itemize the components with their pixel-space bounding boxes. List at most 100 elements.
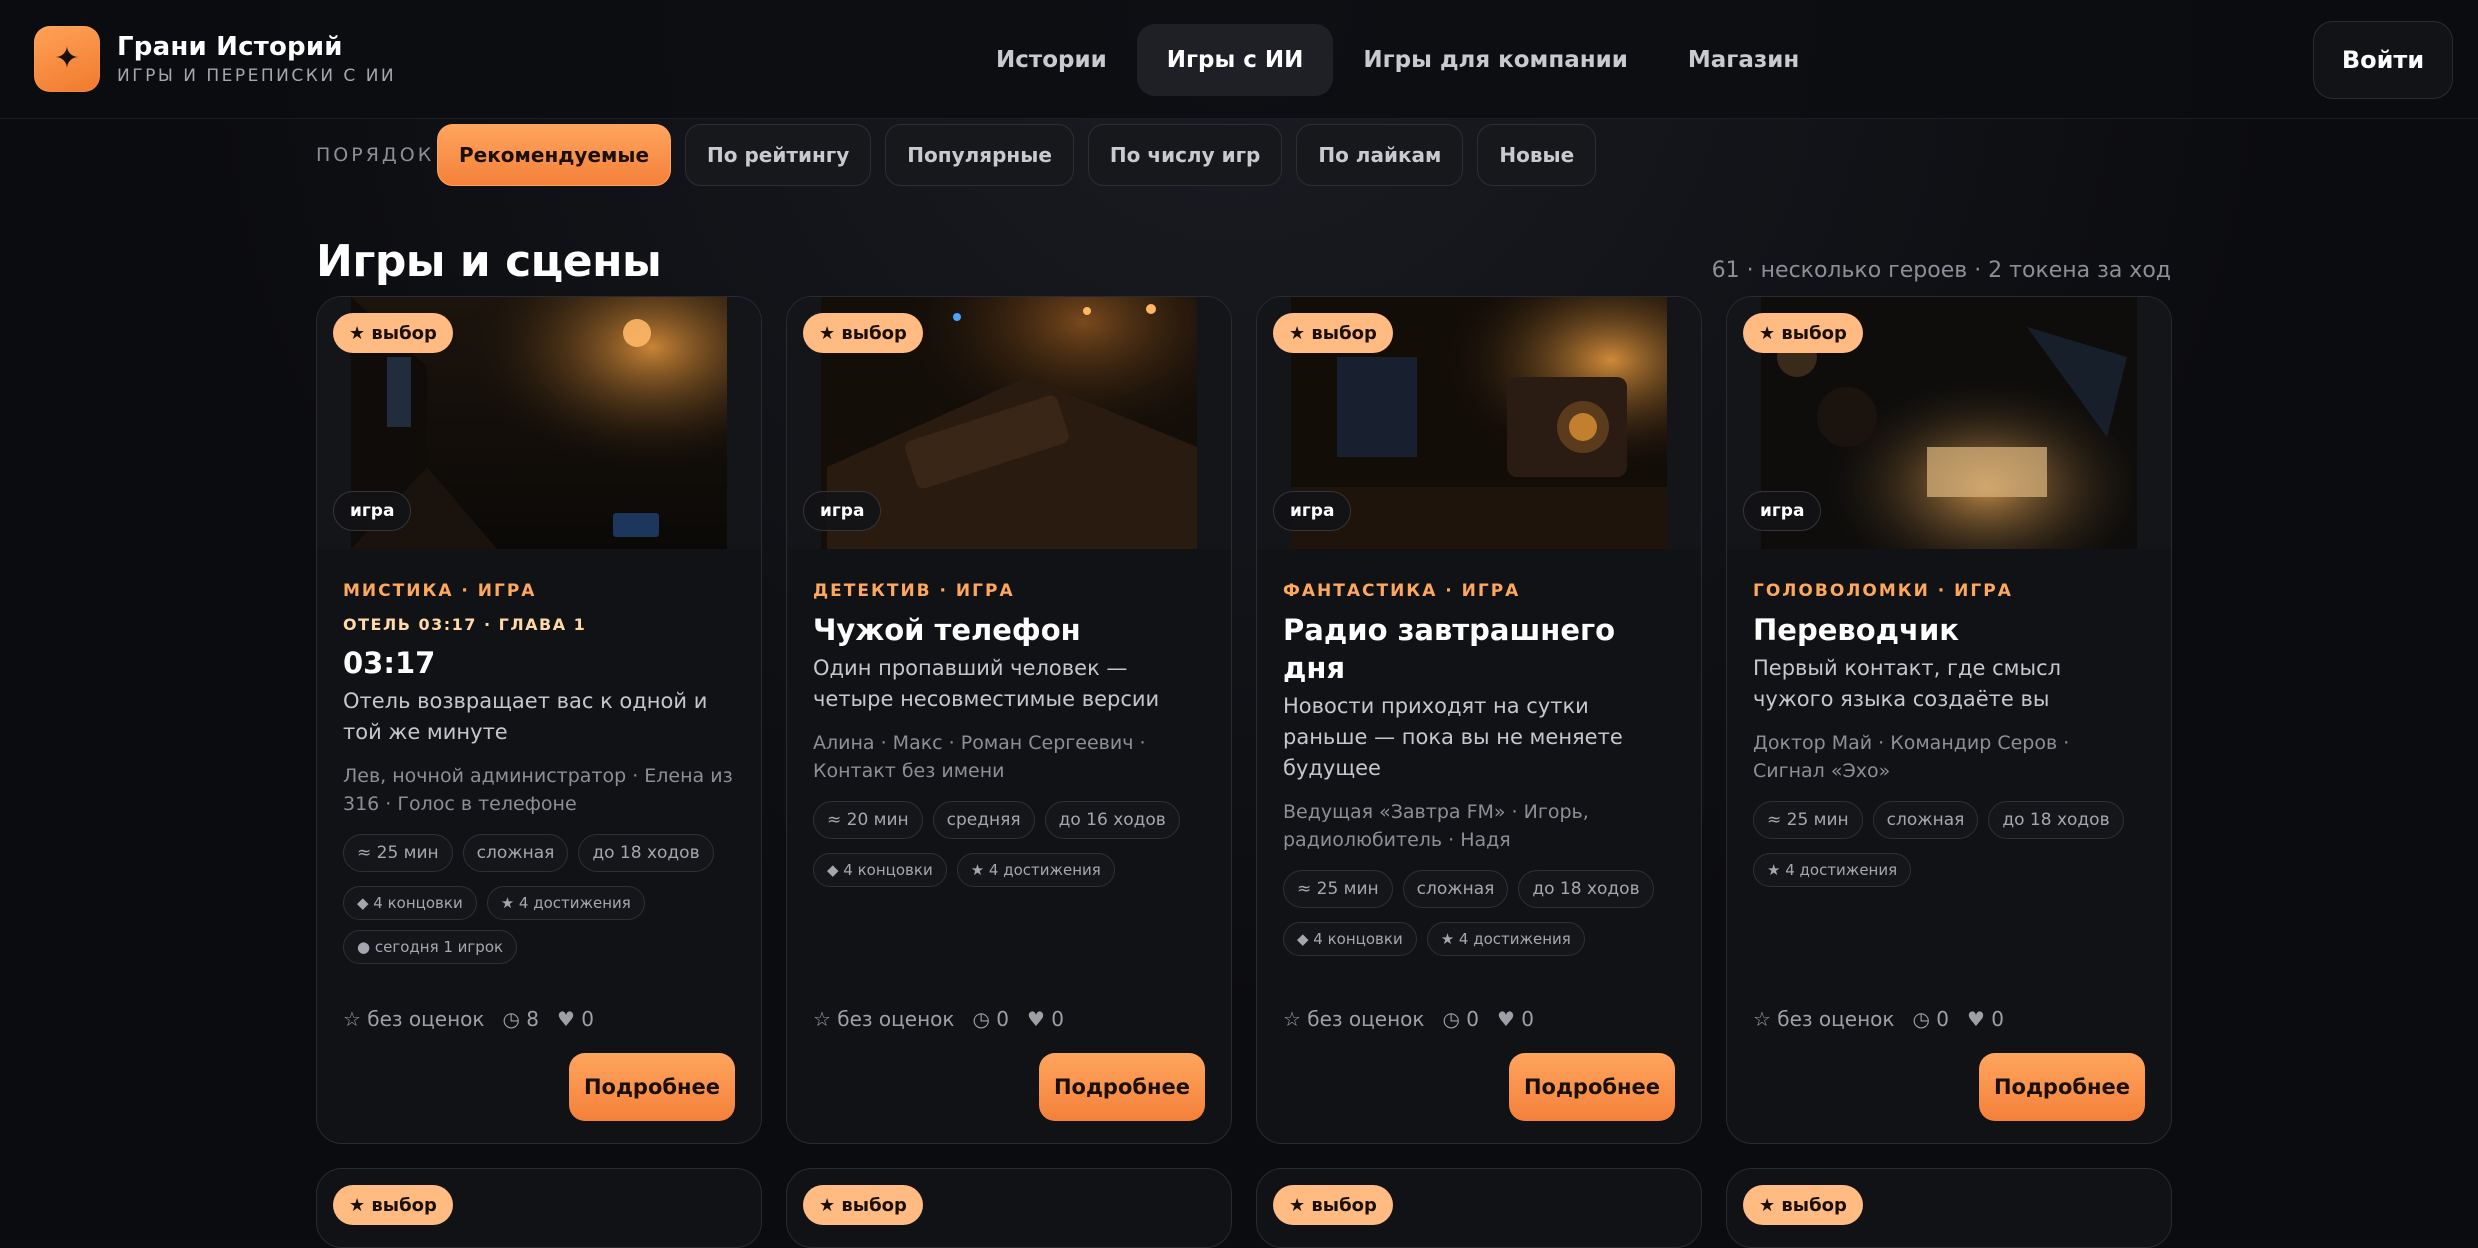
game-card[interactable]: ★ выбор [316, 1168, 762, 1248]
card-extras: ◆ 4 концовки ★ 4 достижения ● сегодня 1 … [343, 886, 737, 964]
card-genre: ГОЛОВОЛОМКИ · ИГРА [1753, 581, 2013, 601]
tag-achievements: ★ 4 достижения [1753, 853, 1912, 887]
tag-difficulty: средняя [932, 801, 1035, 839]
card-cover-image: ★ выбор игра [1727, 297, 2171, 549]
card-cover-image: ★ выбор игра [787, 297, 1231, 549]
card-genre: ДЕТЕКТИВ · ИГРА [813, 581, 1015, 601]
tag-duration: ≈ 20 мин [813, 801, 923, 839]
game-card[interactable]: ★ выбор игра ФАНТАСТИКА · ИГРА Радио зав… [1256, 296, 1702, 1144]
nav-item-party-games[interactable]: Игры для компании [1333, 24, 1657, 96]
sort-label: ПОРЯДОК [316, 144, 435, 166]
game-card[interactable]: ★ выбор [1726, 1168, 2172, 1248]
featured-badge: ★ выбор [1273, 313, 1393, 353]
tag-achievements: ★ 4 достижения [1426, 922, 1585, 956]
card-genre: МИСТИКА · ИГРА [343, 581, 537, 601]
details-button[interactable]: Подробнее [1039, 1053, 1205, 1121]
login-button[interactable]: Войти [2313, 21, 2453, 99]
tag-endings: ◆ 4 концовки [343, 886, 477, 920]
plays-stat: ◷ 0 [1912, 1007, 1950, 1031]
featured-badge: ★ выбор [1743, 1185, 1863, 1225]
type-badge: игра [803, 491, 882, 531]
card-cover-image: ★ выбор игра [1257, 297, 1701, 549]
nav-item-ai-games[interactable]: Игры с ИИ [1136, 24, 1334, 96]
card-title[interactable]: Радио завтрашнего дня [1283, 611, 1677, 687]
likes-stat: ♥ 0 [1967, 1007, 2005, 1031]
card-extras: ◆ 4 концовки ★ 4 достижения [813, 853, 1207, 887]
tag-duration: ≈ 25 мин [343, 834, 453, 872]
sort-options: Рекомендуемые По рейтингу Популярные По … [437, 124, 1597, 186]
details-button[interactable]: Подробнее [1509, 1053, 1675, 1121]
sparkle-icon: ✦ [54, 41, 80, 76]
card-cast: Алина · Макс · Роман Сергеевич · Контакт… [813, 732, 1146, 782]
section-meta: 61 · несколько героев · 2 токена за ход [1711, 258, 2171, 283]
sort-by-rating[interactable]: По рейтингу [685, 124, 872, 186]
game-card[interactable]: ★ выбор игра ГОЛОВОЛОМКИ · ИГРА Переводч… [1726, 296, 2172, 1144]
featured-badge: ★ выбор [803, 313, 923, 353]
featured-badge: ★ выбор [803, 1185, 923, 1225]
card-stats: ☆ без оценок ◷ 0 ♥ 0 [813, 1007, 1064, 1031]
card-description: Новости приходят на сутки раньше — пока … [1283, 694, 1623, 780]
card-title[interactable]: Чужой телефон [813, 611, 1207, 649]
card-cast: Доктор Май · Командир Серов · Сигнал «Эх… [1753, 732, 2070, 782]
card-cast: Ведущая «Завтра FM» · Игорь, радиолюбите… [1283, 801, 1589, 851]
card-stats: ☆ без оценок ◷ 8 ♥ 0 [343, 1007, 594, 1031]
tag-achievements: ★ 4 достижения [486, 886, 645, 920]
card-chapter: ОТЕЛЬ 03:17 · ГЛАВА 1 [343, 615, 587, 634]
details-button[interactable]: Подробнее [569, 1053, 735, 1121]
card-extras: ◆ 4 концовки ★ 4 достижения [1283, 922, 1677, 956]
featured-badge: ★ выбор [1273, 1185, 1393, 1225]
sort-by-likes[interactable]: По лайкам [1296, 124, 1464, 186]
type-badge: игра [333, 491, 412, 531]
nav-item-stories[interactable]: Истории [966, 24, 1137, 96]
game-card[interactable]: ★ выбор [1256, 1168, 1702, 1248]
card-tags: ≈ 25 мин сложная до 18 ходов [1753, 801, 2147, 839]
card-description: Первый контакт, где смысл чужого языка с… [1753, 656, 2062, 711]
sort-recommended[interactable]: Рекомендуемые [437, 124, 672, 186]
tag-turns: до 18 ходов [578, 834, 714, 872]
tag-activity: ● сегодня 1 игрок [343, 930, 518, 964]
card-tags: ≈ 25 мин сложная до 18 ходов [1283, 870, 1677, 908]
sort-by-plays[interactable]: По числу игр [1087, 124, 1283, 186]
rating-stat: ☆ без оценок [1283, 1007, 1425, 1031]
details-button[interactable]: Подробнее [1979, 1053, 2145, 1121]
likes-stat: ♥ 0 [1497, 1007, 1535, 1031]
sort-new[interactable]: Новые [1477, 124, 1597, 186]
featured-badge: ★ выбор [1743, 313, 1863, 353]
plays-stat: ◷ 0 [1442, 1007, 1480, 1031]
type-badge: игра [1273, 491, 1352, 531]
featured-badge: ★ выбор [333, 1185, 453, 1225]
rating-stat: ☆ без оценок [1753, 1007, 1895, 1031]
card-title[interactable]: Переводчик [1753, 611, 2147, 649]
tag-achievements: ★ 4 достижения [956, 853, 1115, 887]
rating-stat: ☆ без оценок [813, 1007, 955, 1031]
card-cast: Лев, ночной администратор · Елена из 316… [343, 765, 733, 815]
brand-logo[interactable]: ✦ [34, 26, 100, 92]
card-cover-image: ★ выбор игра [317, 297, 761, 549]
tag-difficulty: сложная [1402, 870, 1509, 908]
tag-turns: до 18 ходов [1988, 801, 2124, 839]
sort-popular[interactable]: Популярные [885, 124, 1074, 186]
top-header: ✦ Грани Историй ИГРЫ И ПЕРЕПИСКИ С ИИ Ис… [0, 0, 2478, 119]
type-badge: игра [1743, 491, 1822, 531]
plays-stat: ◷ 8 [502, 1007, 540, 1031]
tag-endings: ◆ 4 концовки [813, 853, 947, 887]
brand-name[interactable]: Грани Историй [117, 32, 343, 62]
tag-difficulty: сложная [462, 834, 569, 872]
brand-tagline: ИГРЫ И ПЕРЕПИСКИ С ИИ [117, 66, 397, 86]
game-card[interactable]: ★ выбор [786, 1168, 1232, 1248]
card-tags: ≈ 20 мин средняя до 16 ходов [813, 801, 1207, 839]
tag-difficulty: сложная [1872, 801, 1979, 839]
game-card[interactable]: ★ выбор игра МИСТИКА · ИГРА ОТЕЛЬ 03:17 … [316, 296, 762, 1144]
tag-turns: до 18 ходов [1518, 870, 1654, 908]
card-stats: ☆ без оценок ◷ 0 ♥ 0 [1753, 1007, 2004, 1031]
card-tags: ≈ 25 мин сложная до 18 ходов [343, 834, 737, 872]
game-card[interactable]: ★ выбор игра ДЕТЕКТИВ · ИГРА Чужой телеф… [786, 296, 1232, 1144]
card-genre: ФАНТАСТИКА · ИГРА [1283, 581, 1521, 601]
tag-duration: ≈ 25 мин [1283, 870, 1393, 908]
likes-stat: ♥ 0 [1027, 1007, 1065, 1031]
section-title: Игры и сцены [316, 236, 662, 287]
featured-badge: ★ выбор [333, 313, 453, 353]
nav-item-shop[interactable]: Магазин [1658, 24, 1829, 96]
tag-duration: ≈ 25 мин [1753, 801, 1863, 839]
card-title[interactable]: 03:17 [343, 644, 737, 682]
